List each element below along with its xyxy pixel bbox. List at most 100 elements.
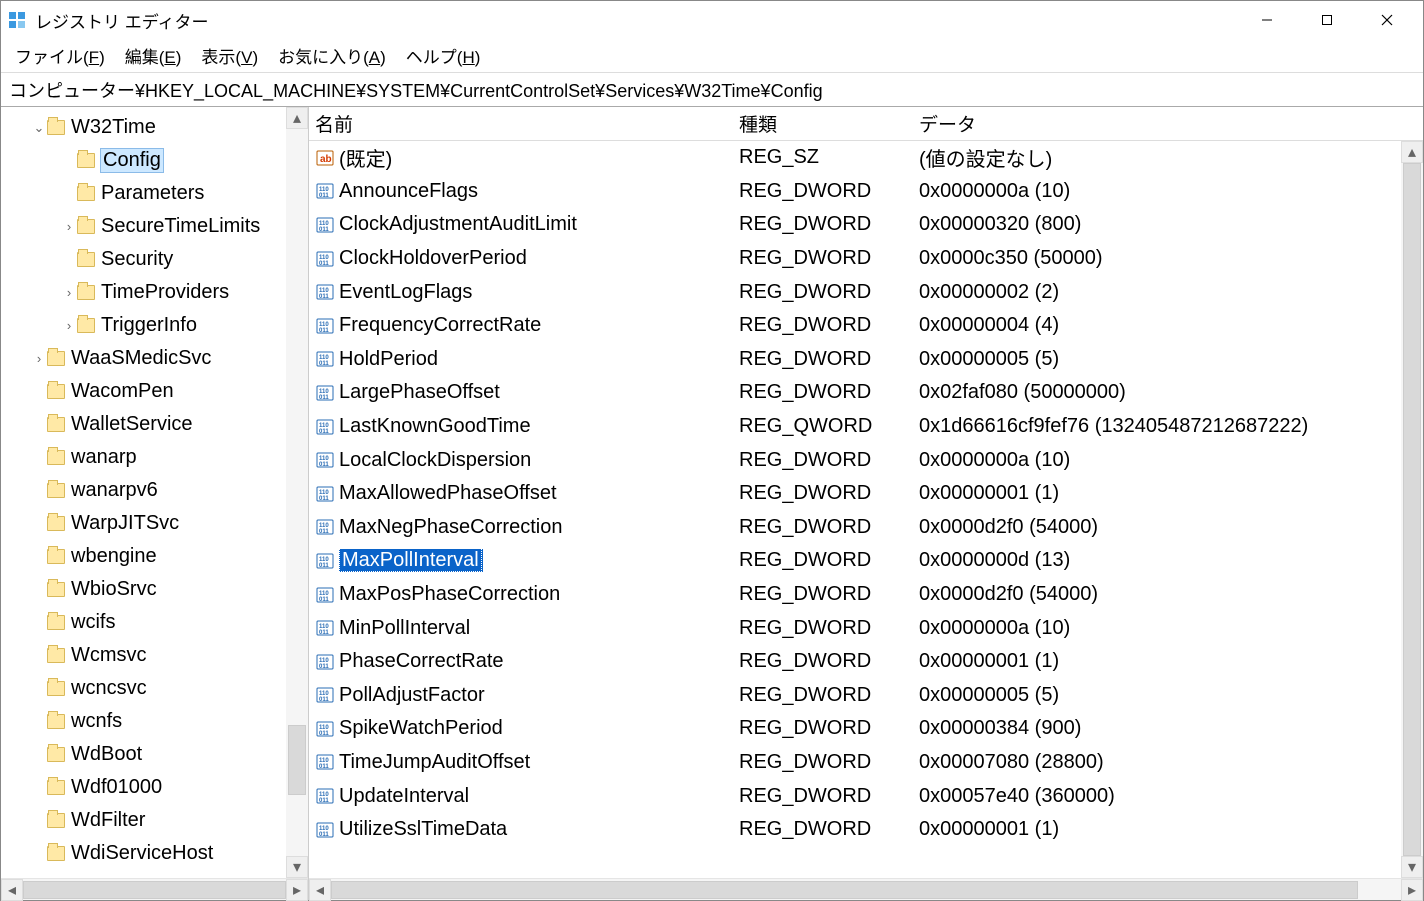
scroll-up-button[interactable]: ▴ [1401,141,1423,163]
list-row[interactable]: 110011EventLogFlagsREG_DWORD0x00000002 (… [309,275,1423,309]
tree-node[interactable]: wcnfs [1,705,308,738]
list-row[interactable]: 110011ClockAdjustmentAuditLimitREG_DWORD… [309,208,1423,242]
tree-node[interactable]: wanarp [1,441,308,474]
tree-node[interactable]: Config [1,144,308,177]
scroll-right-button[interactable]: ▸ [286,879,308,901]
menu-お気に入り[interactable]: お気に入り(A) [268,40,396,71]
expander-open-icon[interactable]: ⌄ [31,120,47,136]
binary-value-icon: 110011 [315,451,335,469]
list-row[interactable]: 110011SpikeWatchPeriodREG_DWORD0x0000038… [309,712,1423,746]
tree-node[interactable]: WarpJITSvc [1,507,308,540]
list-row[interactable]: 110011LocalClockDispersionREG_DWORD0x000… [309,443,1423,477]
value-name: PollAdjustFactor [339,684,739,707]
expander-closed-icon[interactable]: › [61,318,77,333]
value-name: UtilizeSslTimeData [339,818,739,841]
menu-ファイル[interactable]: ファイル(F) [5,40,115,71]
tree-node[interactable]: Parameters [1,177,308,210]
column-header-data[interactable]: データ [919,110,1423,137]
tree-node[interactable]: WacomPen [1,375,308,408]
scroll-thumb[interactable] [1403,163,1421,856]
list-row[interactable]: 110011MaxNegPhaseCorrectionREG_DWORD0x00… [309,511,1423,545]
list-row[interactable]: ab(既定)REG_SZ(値の設定なし) [309,141,1423,175]
tree-node[interactable]: wcncsvc [1,672,308,705]
scroll-down-button[interactable]: ▾ [286,856,308,878]
menu-ヘルプ[interactable]: ヘルプ(H) [396,40,491,71]
tree-node[interactable]: Security [1,243,308,276]
tree-node[interactable]: wanarpv6 [1,474,308,507]
expander-closed-icon[interactable]: › [61,285,77,300]
value-data: 0x00000001 (1) [919,650,1423,673]
list-row[interactable]: 110011UpdateIntervalREG_DWORD0x00057e40 … [309,779,1423,813]
list-row[interactable]: 110011AnnounceFlagsREG_DWORD0x0000000a (… [309,175,1423,209]
menu-編集[interactable]: 編集(E) [115,40,192,71]
tree-node[interactable]: Wdf01000 [1,771,308,804]
scroll-right-button[interactable]: ▸ [1401,879,1423,901]
column-header-name[interactable]: 名前 [315,110,739,137]
address-bar[interactable]: コンピューター¥HKEY_LOCAL_MACHINE¥SYSTEM¥Curren… [1,73,1423,107]
list-row[interactable]: 110011HoldPeriodREG_DWORD0x00000005 (5) [309,343,1423,377]
list-row[interactable]: 110011MaxAllowedPhaseOffsetREG_DWORD0x00… [309,477,1423,511]
tree-node-label: Config [101,149,163,172]
tree-node[interactable]: wcifs [1,606,308,639]
value-data: 0x00000384 (900) [919,717,1423,740]
list-vertical-scrollbar[interactable]: ▴ ▾ [1401,141,1423,878]
tree-node[interactable]: wbengine [1,540,308,573]
scroll-thumb[interactable] [288,725,306,795]
folder-icon [47,846,65,861]
folder-icon [77,186,95,201]
expander-closed-icon[interactable]: › [61,219,77,234]
value-data: 0x0000000a (10) [919,449,1423,472]
close-button[interactable] [1357,1,1417,39]
tree-node[interactable]: ⌄W32Time [1,111,308,144]
value-data: 0x0000000a (10) [919,617,1423,640]
column-header-type[interactable]: 種類 [739,110,919,137]
scroll-down-button[interactable]: ▾ [1401,856,1423,878]
scroll-thumb[interactable] [331,881,1358,899]
scroll-left-button[interactable]: ◂ [1,879,23,901]
list-row[interactable]: 110011MinPollIntervalREG_DWORD0x0000000a… [309,611,1423,645]
list-row[interactable]: 110011FrequencyCorrectRateREG_DWORD0x000… [309,309,1423,343]
registry-editor-window: レジストリ エディター ファイル(F)編集(E)表示(V)お気に入り(A)ヘルプ… [0,0,1424,901]
tree-node[interactable]: ›TriggerInfo [1,309,308,342]
value-data: 0x0000c350 (50000) [919,247,1423,270]
value-data: 0x0000d2f0 (54000) [919,583,1423,606]
list-horizontal-scrollbar[interactable]: ◂ ▸ [309,878,1423,900]
tree-node-label: WarpJITSvc [71,512,179,535]
list-row[interactable]: 110011MaxPollIntervalREG_DWORD0x0000000d… [309,544,1423,578]
tree-vertical-scrollbar[interactable]: ▴ ▾ [286,107,308,878]
tree-node[interactable]: WdFilter [1,804,308,837]
tree-view[interactable]: ⌄W32Time Config Parameters›SecureTimeLimit… [1,107,308,878]
tree-node[interactable]: WdBoot [1,738,308,771]
tree-node[interactable]: WbioSrvc [1,573,308,606]
list-row[interactable]: 110011LastKnownGoodTimeREG_QWORD0x1d6661… [309,410,1423,444]
svg-text:011: 011 [319,328,329,334]
list-row[interactable]: 110011MaxPosPhaseCorrectionREG_DWORD0x00… [309,578,1423,612]
tree-node[interactable]: WdiServiceHost [1,837,308,870]
tree-node[interactable]: WalletService [1,408,308,441]
list-row[interactable]: 110011ClockHoldoverPeriodREG_DWORD0x0000… [309,242,1423,276]
tree-horizontal-scrollbar[interactable]: ◂ ▸ [1,878,308,900]
maximize-button[interactable] [1297,1,1357,39]
minimize-button[interactable] [1237,1,1297,39]
tree-node[interactable]: Wcmsvc [1,639,308,672]
tree-node[interactable]: ›WaaSMedicSvc [1,342,308,375]
tree-node-label: WbioSrvc [71,578,157,601]
tree-node[interactable]: ›TimeProviders [1,276,308,309]
list-row[interactable]: 110011PollAdjustFactorREG_DWORD0x0000000… [309,679,1423,713]
list-row[interactable]: 110011UtilizeSslTimeDataREG_DWORD0x00000… [309,813,1423,847]
expander-closed-icon[interactable]: › [31,351,47,366]
list-row[interactable]: 110011LargePhaseOffsetREG_DWORD0x02faf08… [309,376,1423,410]
scroll-up-button[interactable]: ▴ [286,107,308,129]
folder-icon [47,549,65,564]
scroll-left-button[interactable]: ◂ [309,879,331,901]
list-row[interactable]: 110011PhaseCorrectRateREG_DWORD0x0000000… [309,645,1423,679]
list-row[interactable]: 110011TimeJumpAuditOffsetREG_DWORD0x0000… [309,746,1423,780]
main-area: ⌄W32Time Config Parameters›SecureTimeLimit… [1,107,1423,900]
svg-text:011: 011 [319,597,329,603]
value-type: REG_DWORD [739,717,919,740]
tree-node[interactable]: ›SecureTimeLimits [1,210,308,243]
menu-表示[interactable]: 表示(V) [191,40,268,71]
tree-node-label: wcifs [71,611,115,634]
tree-node-label: WdiServiceHost [71,842,213,865]
scroll-thumb[interactable] [23,881,286,899]
